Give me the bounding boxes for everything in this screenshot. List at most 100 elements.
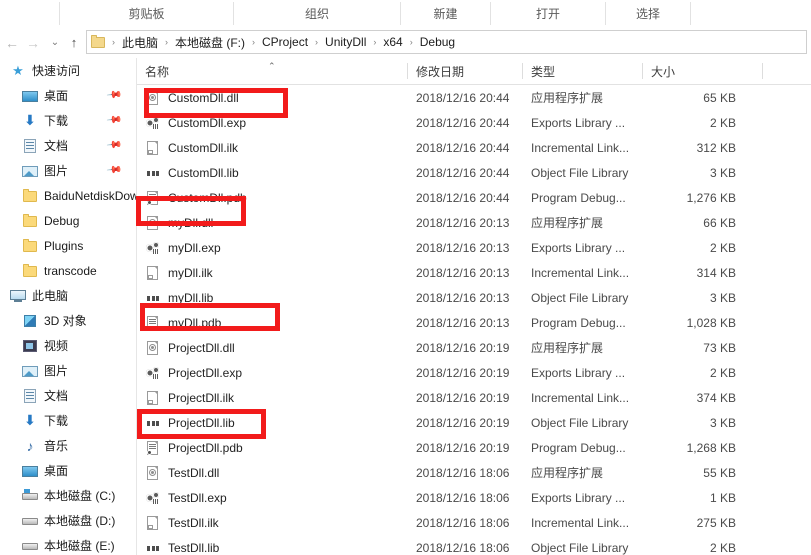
ribbon-group-0[interactable]: 剪贴板 <box>60 0 233 27</box>
sidebar-item-7[interactable]: Plugins <box>0 233 136 258</box>
table-row[interactable]: myDll.exp 2018/12/16 20:13 Exports Library… <box>137 235 811 260</box>
ribbon-separator <box>690 2 691 25</box>
file-name-cell[interactable]: ProjectDll.ilk <box>145 390 234 406</box>
table-row[interactable]: TestDll.lib 2018/12/16 18:06 Object File L… <box>137 535 811 555</box>
file-type-cell: Incremental Link... <box>531 140 630 155</box>
column-divider[interactable] <box>762 63 763 79</box>
file-name-cell[interactable]: ProjectDll.pdb <box>145 440 243 456</box>
forward-icon[interactable]: → <box>23 32 43 53</box>
file-name-cell[interactable]: CustomDll.exp <box>145 115 246 131</box>
column-header-1[interactable]: 修改日期 <box>408 58 464 84</box>
table-row[interactable]: ProjectDll.exp 2018/12/16 20:19 Exports Li… <box>137 360 811 385</box>
file-rows[interactable]: CustomDll.dll 2018/12/16 20:44 应用程序扩展 65 KB… <box>137 85 811 555</box>
navigation-pane[interactable]: ★ 快速访问桌面 📌 ⬇ 下载 📌 文档 📌 图片 📌 BaiduNetdiskDownload De… <box>0 58 136 555</box>
sidebar-item-0[interactable]: ★ 快速访问 <box>0 58 136 83</box>
table-row[interactable]: TestDll.dll 2018/12/16 18:06 应用程序扩展 55 KB <box>137 460 811 485</box>
sidebar-item-2[interactable]: ⬇ 下载 📌 <box>0 108 136 133</box>
file-type-cell: Incremental Link... <box>531 265 630 280</box>
file-name-cell[interactable]: TestDll.dll <box>145 465 219 481</box>
sidebar-item-10[interactable]: 3D 对象 <box>0 308 136 333</box>
file-name-label: TestDll.ilk <box>168 515 219 530</box>
file-name-cell[interactable]: myDll.lib <box>145 290 213 306</box>
back-icon[interactable]: ← <box>2 32 22 53</box>
table-row[interactable]: TestDll.ilk 2018/12/16 18:06 Incremental L… <box>137 510 811 535</box>
table-row[interactable]: ProjectDll.lib 2018/12/16 20:19 Object Fil… <box>137 410 811 435</box>
table-row[interactable]: TestDll.exp 2018/12/16 18:06 Exports Libra… <box>137 485 811 510</box>
sidebar-item-label: 本地磁盘 (E:) <box>44 539 115 553</box>
up-icon[interactable]: ↑ <box>64 32 84 53</box>
sidebar-item-15[interactable]: ♪ 音乐 <box>0 433 136 458</box>
sidebar-item-11[interactable]: 视频 <box>0 333 136 358</box>
pin-icon[interactable]: 📌 <box>105 162 122 178</box>
file-date-cell: 2018/12/16 20:44 <box>416 165 510 180</box>
file-name-cell[interactable]: myDll.dll <box>145 215 213 231</box>
table-row[interactable]: ProjectDll.dll 2018/12/16 20:19 应用程序扩展 73 K… <box>137 335 811 360</box>
file-size-cell: 66 KB <box>703 215 736 230</box>
file-name-label: ProjectDll.pdb <box>168 440 243 455</box>
ribbon-group-1[interactable]: 组织 <box>234 0 400 27</box>
pin-icon[interactable]: 📌 <box>105 87 122 103</box>
table-row[interactable]: CustomDll.ilk 2018/12/16 20:44 Incremental… <box>137 135 811 160</box>
breadcrumb-segment-0[interactable]: 此电脑 <box>119 33 161 52</box>
file-name-cell[interactable]: CustomDll.ilk <box>145 140 238 156</box>
table-row[interactable]: myDll.lib 2018/12/16 20:13 Object File Lib… <box>137 285 811 310</box>
file-name-cell[interactable]: CustomDll.lib <box>145 165 239 181</box>
file-list-pane[interactable]: 名称 ⌃ 修改日期 类型 大小 CustomDll.dll 2018/12/16 20:4… <box>136 58 811 555</box>
recent-locations-icon[interactable]: ⌄ <box>45 32 65 53</box>
sidebar-item-6[interactable]: Debug <box>0 208 136 233</box>
ribbon-group-3[interactable]: 打开 <box>491 0 605 27</box>
file-name-cell[interactable]: ProjectDll.lib <box>145 415 235 431</box>
sidebar-item-9[interactable]: 此电脑 <box>0 283 136 308</box>
sidebar-item-3[interactable]: 文档 📌 <box>0 133 136 158</box>
sidebar-item-14[interactable]: ⬇ 下载 <box>0 408 136 433</box>
file-name-cell[interactable]: TestDll.exp <box>145 490 227 506</box>
column-header-0[interactable]: 名称 <box>137 58 169 84</box>
table-row[interactable]: myDll.ilk 2018/12/16 20:13 Incremental Lin… <box>137 260 811 285</box>
file-name-cell[interactable]: myDll.pdb <box>145 315 221 331</box>
file-name-cell[interactable]: myDll.exp <box>145 240 221 256</box>
sidebar-item-1[interactable]: 桌面 📌 <box>0 83 136 108</box>
table-row[interactable]: CustomDll.exp 2018/12/16 20:44 Exports Lib… <box>137 110 811 135</box>
sidebar-item-18[interactable]: 本地磁盘 (D:) <box>0 508 136 533</box>
ribbon-group-2[interactable]: 新建 <box>401 0 490 27</box>
breadcrumb-segment-3[interactable]: UnityDll <box>322 34 369 50</box>
breadcrumb[interactable]: › 此电脑 › 本地磁盘 (F:) › CProject › UnityDll › x64 › Deb… <box>86 30 807 54</box>
column-header-2[interactable]: 类型 <box>523 58 555 84</box>
table-row[interactable]: ProjectDll.ilk 2018/12/16 20:19 Incrementa… <box>137 385 811 410</box>
sidebar-item-16[interactable]: 桌面 <box>0 458 136 483</box>
column-divider[interactable] <box>407 63 408 79</box>
table-row[interactable]: ProjectDll.pdb 2018/12/16 20:19 Program De… <box>137 435 811 460</box>
column-divider[interactable] <box>522 63 523 79</box>
table-row[interactable]: CustomDll.lib 2018/12/16 20:44 Object File… <box>137 160 811 185</box>
file-name-cell[interactable]: ProjectDll.dll <box>145 340 235 356</box>
file-name-cell[interactable]: CustomDll.dll <box>145 90 239 106</box>
table-row[interactable]: CustomDll.dll 2018/12/16 20:44 应用程序扩展 65 KB <box>137 85 811 110</box>
file-name-cell[interactable]: TestDll.ilk <box>145 515 219 531</box>
breadcrumb-chevron-icon: › <box>112 37 115 47</box>
breadcrumb-segment-2[interactable]: CProject <box>259 34 311 50</box>
breadcrumb-segment-4[interactable]: x64 <box>380 34 405 50</box>
column-header-3[interactable]: 大小 <box>643 58 675 84</box>
breadcrumb-segment-5[interactable]: Debug <box>417 34 458 50</box>
breadcrumb-segment-1[interactable]: 本地磁盘 (F:) <box>172 33 248 52</box>
table-row[interactable]: myDll.dll 2018/12/16 20:13 应用程序扩展 66 KB <box>137 210 811 235</box>
file-name-cell[interactable]: ProjectDll.exp <box>145 365 242 381</box>
file-name-cell[interactable]: CustomDll.pdb <box>145 190 247 206</box>
sidebar-item-12[interactable]: 图片 <box>0 358 136 383</box>
sidebar-item-5[interactable]: BaiduNetdiskDownload <box>0 183 136 208</box>
sidebar-item-19[interactable]: 本地磁盘 (E:) <box>0 533 136 555</box>
sidebar-item-8[interactable]: transcode <box>0 258 136 283</box>
system-drive-icon <box>22 488 38 504</box>
file-name-cell[interactable]: myDll.ilk <box>145 265 213 281</box>
sidebar-item-17[interactable]: 本地磁盘 (C:) <box>0 483 136 508</box>
sidebar-item-13[interactable]: 文档 <box>0 383 136 408</box>
table-row[interactable]: CustomDll.pdb 2018/12/16 20:44 Program Deb… <box>137 185 811 210</box>
column-divider[interactable] <box>642 63 643 79</box>
ribbon-group-4[interactable]: 选择 <box>606 0 690 27</box>
column-header-row[interactable]: 名称 ⌃ 修改日期 类型 大小 <box>137 58 811 85</box>
pin-icon[interactable]: 📌 <box>105 137 122 153</box>
pin-icon[interactable]: 📌 <box>105 112 122 128</box>
sidebar-item-4[interactable]: 图片 📌 <box>0 158 136 183</box>
file-name-cell[interactable]: TestDll.lib <box>145 540 219 555</box>
table-row[interactable]: myDll.pdb 2018/12/16 20:13 Program Debug..… <box>137 310 811 335</box>
